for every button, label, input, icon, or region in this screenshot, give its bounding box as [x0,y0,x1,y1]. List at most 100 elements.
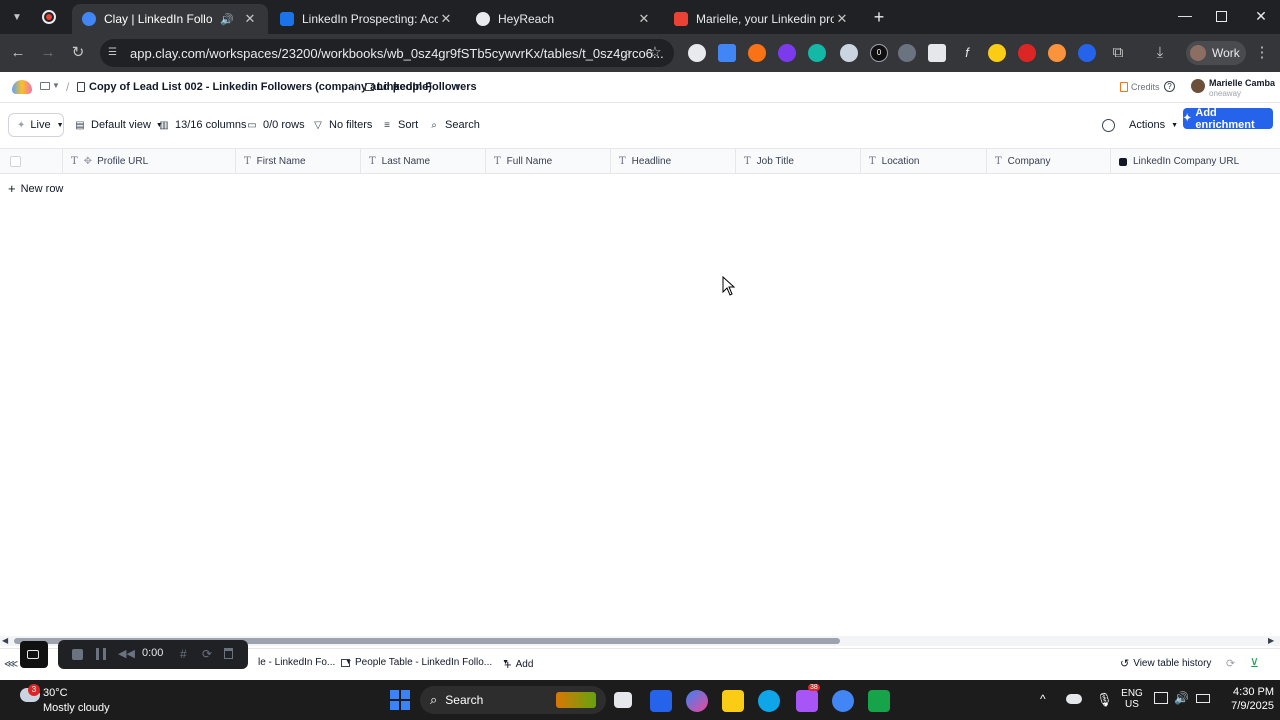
folder-icon[interactable] [40,82,50,90]
network-icon[interactable] [1154,692,1168,704]
tab-linkedin-prospecting[interactable]: LinkedIn Prospecting: Account ✕ [270,4,464,34]
column-header-job-title[interactable]: T Job Title [735,149,860,174]
close-tab-icon[interactable]: ✕ [242,11,258,27]
view-selector[interactable]: ▤ Default view ▼ [74,113,163,137]
app-icon[interactable] [868,690,890,712]
settings-button[interactable] [1102,113,1115,137]
store-icon[interactable] [650,690,672,712]
extension-icon[interactable] [898,44,916,62]
copilot-icon[interactable] [686,690,708,712]
task-view-icon[interactable] [614,692,632,708]
extension-icon[interactable] [808,44,826,62]
sort-button[interactable]: ≡ Sort [381,113,418,137]
extension-icon[interactable]: 0 [870,44,888,62]
weather-widget[interactable]: 3 30°C Mostly cloudy [20,684,130,716]
scroll-right-icon[interactable]: ▶ [1268,636,1274,645]
extension-icon[interactable] [928,44,946,62]
stop-icon[interactable] [72,649,83,660]
extension-icon[interactable] [840,44,858,62]
tab-gmail[interactable]: Marielle, your Linkedin profile ✕ [664,4,860,34]
extension-icon[interactable] [1018,44,1036,62]
downloads-icon[interactable]: ⤓ [1150,43,1170,63]
view-table-history-button[interactable]: ↺ View table history [1120,657,1211,670]
clock[interactable]: 4:30 PM 7/9/2025 [1218,686,1274,712]
grid-icon[interactable]: # [180,647,187,661]
close-tab-icon[interactable]: ✕ [636,11,652,27]
sheet-tab-people-table[interactable]: People Table - LinkedIn Follo... ▼ [341,657,509,668]
recorder-camera-button[interactable] [20,641,48,668]
column-header-profile-url[interactable]: T ✥ Profile URL [62,149,235,174]
column-header-company[interactable]: T Company [986,149,1110,174]
close-tab-icon[interactable]: ✕ [834,11,850,27]
select-all-checkbox[interactable] [10,156,21,167]
extension-icon[interactable] [778,44,796,62]
volume-icon[interactable]: 🔊 [1174,691,1189,705]
chevron-down-icon[interactable]: ▼ [52,81,60,90]
extensions-puzzle-icon[interactable]: ⧉ [1108,43,1128,63]
address-bar[interactable]: app.clay.com/workspaces/23200/workbooks/… [100,39,674,67]
microphone-icon[interactable]: 🎙 [1096,692,1113,708]
column-header-linkedin-company-url[interactable]: LinkedIn Company URL [1110,149,1280,174]
rewind-icon[interactable]: ◀◀ [118,647,135,660]
onedrive-icon[interactable] [1066,694,1082,704]
minimize-icon[interactable]: — [1178,8,1192,24]
forward-icon[interactable]: → [38,43,58,63]
edge-icon[interactable] [758,690,780,712]
credits-link[interactable]: Credits [1131,82,1160,92]
live-toggle[interactable]: ✦ Live ▼ [8,113,64,137]
chrome-icon[interactable] [832,690,854,712]
tray-overflow-icon[interactable]: ^ [1040,692,1046,706]
chrome-menu-icon[interactable]: ⋮ [1252,43,1272,63]
pause-icon[interactable] [96,648,106,660]
extension-icon[interactable] [748,44,766,62]
tab-search-button[interactable]: ▼ [8,9,26,27]
column-header-location[interactable]: T Location [860,149,986,174]
chevron-down-icon[interactable]: ▼ [454,82,462,91]
column-header-headline[interactable]: T Headline [610,149,735,174]
battery-icon[interactable] [1196,694,1210,703]
avatar[interactable] [1191,79,1205,93]
extension-icon[interactable] [988,44,1006,62]
add-enrichment-button[interactable]: ✦ Add enrichment [1183,107,1273,131]
redo-icon[interactable]: ⟳ [202,647,212,661]
function-extension-icon[interactable]: f [958,44,976,62]
back-icon[interactable]: ← [8,43,28,63]
new-row-button[interactable]: + New row [8,181,63,196]
profile-button[interactable]: Work [1186,41,1246,65]
tab-clay[interactable]: Clay | LinkedIn Followers 🔊 ✕ [72,4,268,34]
speaker-icon[interactable]: 🔊 [220,13,234,26]
scroll-left-icon[interactable]: ◀ [2,636,8,645]
zoom-icon[interactable]: ⌕ [618,43,638,63]
language-indicator[interactable]: ENG US [1120,688,1144,710]
filters-button[interactable]: ▽ No filters [312,113,372,137]
extension-icon[interactable] [1048,44,1066,62]
slack-icon[interactable]: 38 [796,684,820,712]
taskbar-search[interactable]: ⌕ Search [420,686,606,714]
rows-button[interactable]: ▭ 0/0 rows [246,113,304,137]
extension-icon[interactable] [1078,44,1096,62]
1password-extension-icon[interactable] [688,44,706,62]
trash-icon[interactable] [224,648,233,659]
columns-button[interactable]: ▥ 13/16 columns [158,113,246,137]
actions-button[interactable]: Actions ▼ [1129,113,1178,137]
refresh-icon[interactable]: ⟳ [1226,657,1235,670]
expand-icon[interactable]: ⊻ [1250,656,1259,670]
column-header-first-name[interactable]: T First Name [235,149,360,174]
close-window-icon[interactable]: ✕ [1254,8,1268,24]
search-button[interactable]: ⌕ Search [428,113,480,137]
add-sheet-button[interactable]: + Add [504,657,533,672]
drag-handle-icon[interactable]: ✥ [84,156,92,167]
restore-icon[interactable] [1216,11,1227,22]
reload-icon[interactable]: ↻ [68,43,88,63]
site-info-icon[interactable]: ☰ [108,47,120,59]
sheet-tab-linkedin[interactable]: le - LinkedIn Fo... ▼ [258,657,352,668]
clay-logo-icon[interactable] [12,80,32,94]
bookmark-star-icon[interactable]: ☆ [645,43,665,63]
help-icon[interactable]: ? [1164,81,1175,92]
column-header-full-name[interactable]: T Full Name [485,149,610,174]
tab-heyreach[interactable]: HeyReach ✕ [466,4,662,34]
column-header-last-name[interactable]: T Last Name [360,149,485,174]
windows-start-icon[interactable] [390,690,410,710]
new-tab-icon[interactable]: + [870,8,888,26]
record-icon[interactable] [42,10,56,24]
